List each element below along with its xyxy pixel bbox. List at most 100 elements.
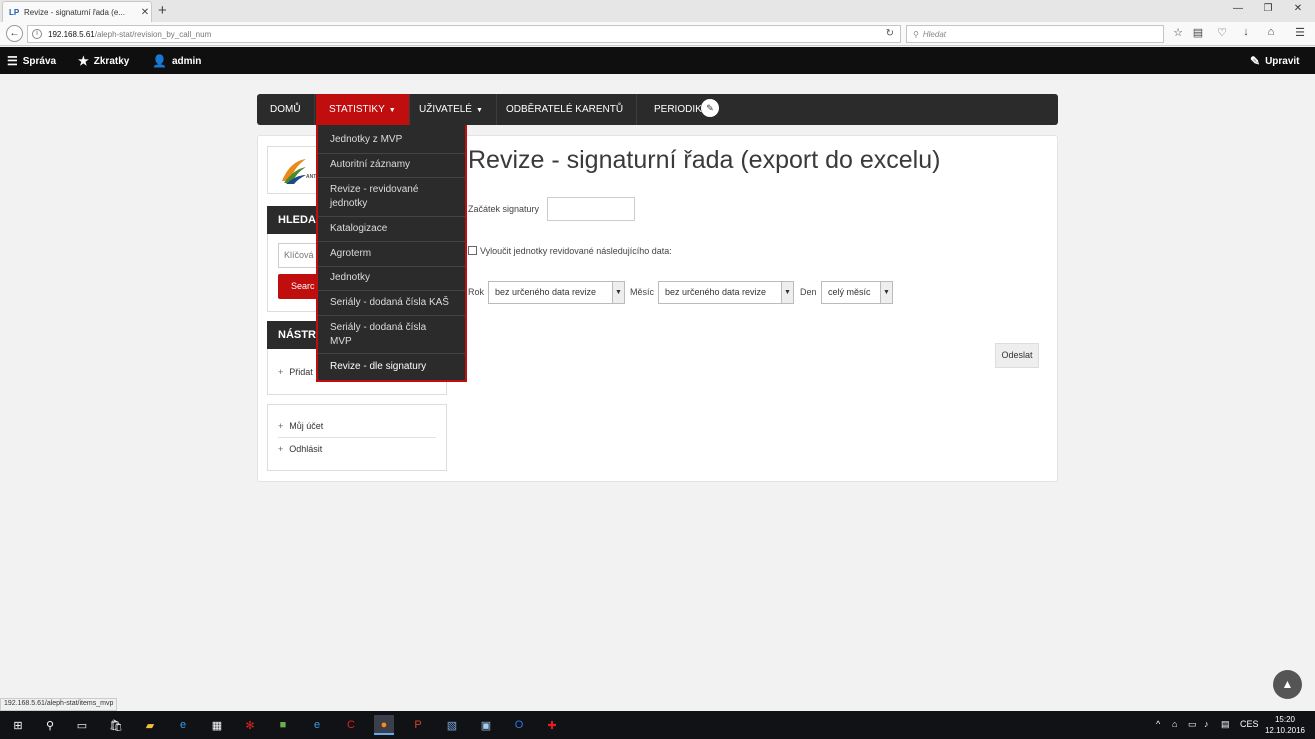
minimize-icon[interactable]: —: [1228, 3, 1248, 14]
app-cross-icon[interactable]: ✚: [542, 715, 562, 735]
download-icon[interactable]: ↓: [1238, 26, 1254, 38]
file-explorer-icon[interactable]: ▰: [140, 715, 160, 735]
nav-users[interactable]: UŽIVATELÉ ▼: [406, 94, 497, 125]
dropdown-item[interactable]: Agroterm: [318, 247, 465, 261]
pencil-icon: ✎: [1250, 54, 1261, 68]
dropdown-item-active[interactable]: Revize - dle signatury: [318, 360, 465, 374]
site-logo[interactable]: [280, 157, 308, 185]
edit-button[interactable]: ✎ Upravit: [1250, 54, 1300, 68]
address-bar[interactable]: i 192.168.5.61 /aleph-stat/revision_by_c…: [27, 25, 901, 43]
reading-list-icon[interactable]: ▤: [1190, 26, 1206, 39]
hamburger-menu-icon[interactable]: ☰: [1292, 26, 1308, 39]
store-icon[interactable]: 🛍: [106, 715, 126, 735]
search-icon[interactable]: ⚲: [40, 715, 60, 735]
url-path: /aleph-stat/revision_by_call_num: [94, 29, 212, 39]
app-red-icon[interactable]: ✻: [240, 715, 260, 735]
logout-label: Odhlásit: [289, 444, 323, 454]
nav-users-label: UŽIVATELÉ: [419, 104, 472, 115]
bookmark-star-icon[interactable]: ☆: [1170, 26, 1186, 39]
battery-icon[interactable]: ▭: [1188, 719, 1197, 730]
dropdown-item[interactable]: Revize - revidované jednotky: [318, 183, 438, 211]
admin-menu-label: Správa: [22, 55, 57, 67]
main-navigation: DOMŮ STATISTIKY ▼ UŽIVATELÉ ▼ ODBĚRATELÉ K…: [257, 94, 1058, 125]
dropdown-item[interactable]: Jednotky: [318, 271, 465, 285]
nav-subscribers-label: ODBĚRATELÉ KARENTŮ: [506, 104, 624, 115]
my-account-link[interactable]: + Můj účet: [278, 421, 323, 431]
divider: [318, 241, 465, 242]
network-icon[interactable]: ⌂: [1172, 719, 1177, 729]
nav-subscribers[interactable]: ODBĚRATELÉ KARENTŮ: [493, 94, 638, 125]
tools-add-link[interactable]: + Přidat: [278, 367, 313, 377]
contextual-edit-pencil-icon[interactable]: ✎: [701, 99, 719, 117]
tray-chevron-icon[interactable]: ^: [1156, 719, 1160, 729]
task-view-icon[interactable]: ▭: [72, 715, 92, 735]
arrow-up-icon[interactable]: ▲: [1273, 670, 1302, 699]
user-icon: 👤: [152, 54, 167, 68]
close-window-icon[interactable]: ✕: [1288, 3, 1308, 14]
active-indicator: [374, 733, 394, 735]
close-tab-icon[interactable]: ✕: [139, 7, 151, 18]
dropdown-item[interactable]: Autoritní záznamy: [318, 158, 465, 172]
shortcuts-label: Zkratky: [93, 55, 130, 67]
pocket-icon[interactable]: ♡: [1214, 26, 1230, 39]
powerpoint-icon[interactable]: P: [408, 715, 428, 735]
nav-statistics[interactable]: STATISTIKY ▼: [316, 94, 410, 125]
page-title: Revize - signaturní řada (export do exce…: [468, 146, 941, 174]
reload-icon[interactable]: ↻: [886, 28, 894, 39]
year-select[interactable]: bez určeného data revize ▼: [488, 281, 625, 304]
divider: [318, 353, 465, 354]
edge-icon[interactable]: e: [173, 715, 193, 735]
calculator-icon[interactable]: ▦: [207, 715, 227, 735]
app-green-icon[interactable]: ■: [273, 715, 293, 735]
chevron-down-icon: ▼: [612, 282, 624, 303]
browser-search-input[interactable]: ⚲ Hledat: [906, 25, 1164, 43]
windows-start-icon[interactable]: ⊞: [8, 715, 28, 735]
notifications-icon[interactable]: ▤: [1221, 719, 1230, 730]
restore-icon[interactable]: ❐: [1258, 3, 1278, 14]
dropdown-item[interactable]: Katalogizace: [318, 222, 465, 236]
browser-tab[interactable]: LP Revize - signaturní řada (e... ✕: [2, 1, 152, 22]
user-label: admin: [171, 55, 202, 67]
new-tab-button[interactable]: +: [158, 2, 167, 19]
ie-icon[interactable]: e: [307, 715, 327, 735]
home-icon[interactable]: ⌂: [1263, 26, 1279, 38]
logo-text: ANT: [306, 174, 317, 180]
submit-button[interactable]: Odeslat: [995, 343, 1039, 368]
shortcuts-button[interactable]: ★ Zkratky: [78, 54, 129, 68]
firefox-icon[interactable]: ●: [374, 715, 394, 735]
day-label: Den: [800, 287, 817, 297]
my-account-label: Můj účet: [289, 421, 324, 431]
caret-down-icon: ▼: [475, 107, 483, 114]
search-placeholder: Hledat: [922, 29, 946, 39]
app-blue-icon[interactable]: ▧: [442, 715, 462, 735]
divider: [318, 153, 465, 154]
language-indicator[interactable]: CES: [1240, 719, 1259, 729]
browser-toolbar: ← i 192.168.5.61 /aleph-stat/revision_by…: [0, 22, 1315, 46]
divider: [318, 177, 465, 178]
back-arrow-icon[interactable]: ←: [6, 25, 23, 42]
admin-menu-button[interactable]: ☰ Správa: [7, 54, 56, 68]
dropdown-item[interactable]: Seriály - dodaná čísla MVP: [318, 321, 438, 349]
outlook-icon[interactable]: O: [509, 715, 529, 735]
year-label: Rok: [468, 287, 485, 297]
clock-time: 15:20: [1274, 715, 1296, 724]
volume-icon[interactable]: ♪: [1204, 719, 1209, 729]
signature-start-input[interactable]: [547, 197, 635, 221]
nav-home[interactable]: DOMŮ: [257, 94, 315, 125]
exclude-revised-checkbox[interactable]: [468, 246, 477, 255]
clock-date: 12.10.2016: [1264, 726, 1306, 735]
month-select[interactable]: bez určeného data revize ▼: [658, 281, 794, 304]
logout-link[interactable]: + Odhlásit: [278, 444, 322, 454]
app-c-icon[interactable]: C: [341, 715, 361, 735]
browser-tabbar: LP Revize - signaturní řada (e... ✕ + — …: [0, 0, 1315, 22]
day-select[interactable]: celý měsíc ▼: [821, 281, 893, 304]
dropdown-item[interactable]: Seriály - dodaná čísla KAŠ: [318, 296, 465, 310]
plus-icon: +: [278, 421, 284, 431]
caret-down-icon: ▼: [388, 107, 396, 114]
info-icon[interactable]: i: [32, 29, 42, 39]
dropdown-item[interactable]: Jednotky z MVP: [318, 133, 465, 147]
user-button[interactable]: 👤 admin: [152, 54, 201, 68]
system-clock[interactable]: 15:20 12.10.2016: [1264, 714, 1306, 736]
plus-icon: +: [278, 367, 284, 377]
app-doc-icon[interactable]: ▣: [476, 715, 496, 735]
